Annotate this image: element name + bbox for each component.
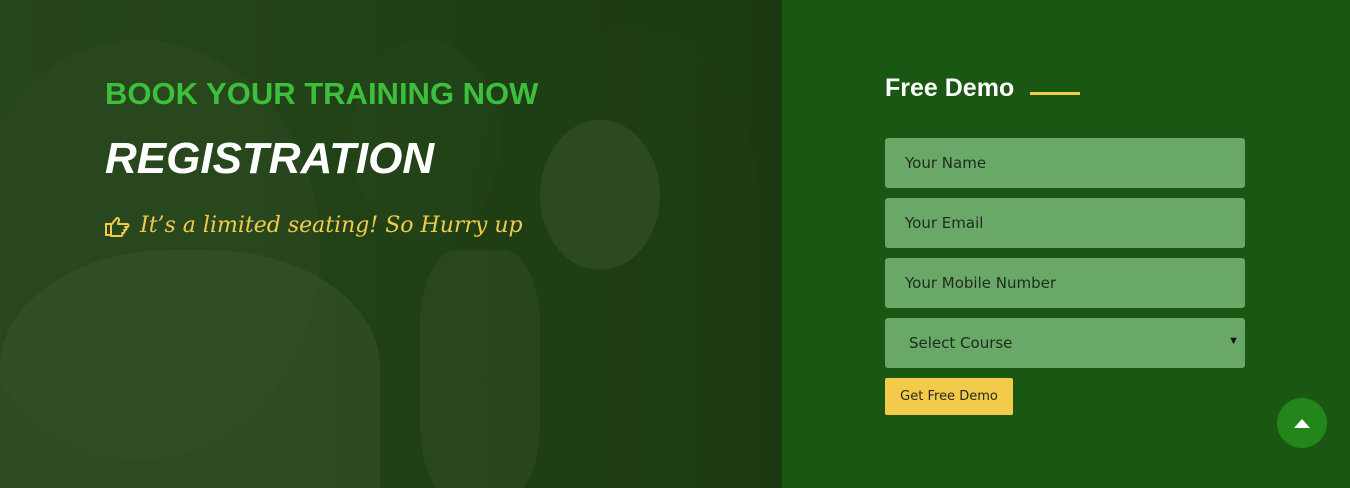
caret-down-icon: ▼ <box>1228 335 1239 347</box>
email-input[interactable] <box>885 198 1245 248</box>
hero-overlay <box>0 0 782 488</box>
form-header: Free Demo <box>885 74 1081 103</box>
course-select[interactable]: Select Course ▼ <box>885 318 1245 368</box>
hero-kicker: BOOK YOUR TRAINING NOW <box>105 76 539 111</box>
hero-tagline-text: It’s a limited seating! So Hurry up <box>140 213 523 238</box>
title-underline <box>1030 92 1081 95</box>
hero-tagline: It’s a limited seating! So Hurry up <box>104 213 523 238</box>
free-demo-form: Free Demo Select Course ▼ Get Free Demo <box>782 0 1350 488</box>
get-free-demo-button[interactable]: Get Free Demo <box>885 378 1013 415</box>
hero-banner: BOOK YOUR TRAINING NOW REGISTRATION It’s… <box>0 0 782 488</box>
hand-pointing-right-icon <box>104 214 130 238</box>
arrow-up-icon <box>1294 418 1310 428</box>
hero-headline: REGISTRATION <box>105 134 435 183</box>
form-title: Free Demo <box>885 74 1015 102</box>
course-select-value: Select Course <box>909 334 1013 352</box>
name-input[interactable] <box>885 138 1245 188</box>
mobile-input[interactable] <box>885 258 1245 308</box>
back-to-top-button[interactable] <box>1277 398 1327 448</box>
